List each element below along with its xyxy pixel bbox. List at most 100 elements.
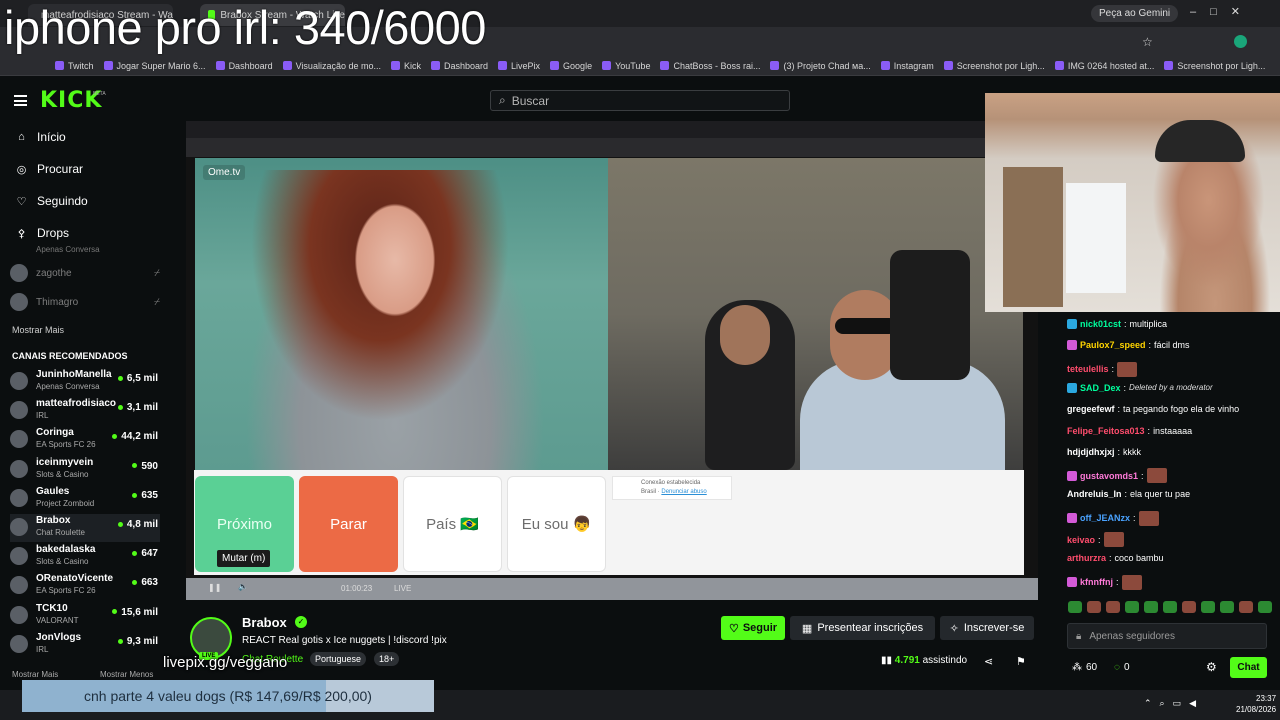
bookmark-favicon-icon <box>1164 61 1174 70</box>
drops-icon: ⚴ <box>17 227 26 240</box>
bookmark-item[interactable]: Screenshot por Ligh... <box>1164 61 1265 71</box>
compass-icon: ◎ <box>16 163 27 176</box>
followed-channel[interactable]: Thimagro ⌿ <box>10 293 160 311</box>
chat-username[interactable]: Felipe_Feitosa013 <box>1067 426 1145 436</box>
avatar <box>10 634 28 653</box>
avatar <box>10 605 28 624</box>
bookmark-item[interactable]: ChatBoss - Boss rai... <box>660 61 760 71</box>
bookmark-item[interactable]: LivePix <box>498 61 540 71</box>
recommended-channel[interactable]: bakedalaska Slots & Casino 647 <box>10 543 160 571</box>
recommended-channel[interactable]: ORenatoVicente EA Sports FC 26 663 <box>10 572 160 600</box>
window-controls[interactable]: –□✕ <box>1190 5 1254 18</box>
recommended-channel[interactable]: iceinmyvein Slots & Casino 590 <box>10 456 160 484</box>
bookmark-item[interactable]: Jogar Super Mario 6... <box>103 61 206 71</box>
bookmark-item[interactable]: Dashboard <box>215 61 273 71</box>
bookmark-star-icon[interactable]: ☆ <box>1142 35 1153 49</box>
profile-avatar[interactable] <box>1234 35 1247 48</box>
mostrar-menos-link[interactable]: Mostrar Menos <box>100 670 153 679</box>
follow-button[interactable]: ♡ Seguir <box>721 616 785 640</box>
pause-icon[interactable]: ❚❚ <box>208 583 221 592</box>
system-clock[interactable]: 23:37 21/08/2026 <box>1236 693 1276 715</box>
bookmark-item[interactable]: IMG 0264 hosted at... <box>1054 61 1154 71</box>
chat-counter[interactable]: ◌ 0 <box>1114 662 1130 673</box>
bookmark-item[interactable]: YouTube <box>602 61 650 71</box>
avatar <box>10 401 28 420</box>
hamburger-menu-icon[interactable] <box>14 95 27 106</box>
chat-username[interactable]: keivao <box>1067 535 1095 545</box>
chat-username[interactable]: gustavomds1 <box>1080 471 1138 481</box>
followed-channel[interactable]: zagothe ⌿ <box>10 264 160 282</box>
gift-subs-button[interactable]: ▦ Presentear inscrições <box>790 616 935 640</box>
channel-category: Project Zomboid <box>36 498 95 508</box>
recommended-channel[interactable]: TCK10 VALORANT 15,6 mil <box>10 602 160 630</box>
nav-item-procurar[interactable]: ◎ Procurar <box>16 162 83 176</box>
chat-text: Deleted by a moderator <box>1129 383 1213 393</box>
bookmark-item[interactable]: Dashboard <box>431 61 488 71</box>
chat-message: gregeefewf: ta pegando fogo ela de vinho <box>1067 404 1240 415</box>
subscribe-button[interactable]: ✧ Inscrever-se <box>940 616 1034 640</box>
recommended-channel[interactable]: Gaules Project Zomboid 635 <box>10 485 160 513</box>
bookmark-item[interactable]: (3) Projeto Chad ма... <box>770 61 871 71</box>
bookmark-label: Screenshot por Ligh... <box>1177 60 1266 71</box>
bookmark-favicon-icon <box>431 61 440 70</box>
report-flag-icon[interactable]: ⚑ <box>1016 655 1026 668</box>
gemini-button[interactable]: Peça ao Gemini <box>1091 5 1179 22</box>
bookmark-item[interactable]: Twitch <box>55 61 94 71</box>
recommended-channel[interactable]: matteafrodisiaco IRL 3,1 mil <box>10 397 160 425</box>
mostrar-mais-bottom-link[interactable]: Mostrar Mais <box>12 670 58 679</box>
volume-icon[interactable]: 🔈 <box>238 582 248 591</box>
chat-username[interactable]: Andreluis_In <box>1067 489 1122 499</box>
nav-item-seguindo[interactable]: ♡ Seguindo <box>16 194 88 208</box>
channel-name: iceinmyvein <box>36 456 94 468</box>
nav-label: Início <box>37 130 66 144</box>
nav-item-drops[interactable]: ⚴ Drops <box>16 226 69 240</box>
chat-username[interactable]: gregeefewf <box>1067 404 1115 414</box>
parar-button[interactable]: Parar <box>299 476 398 572</box>
search-placeholder: Buscar <box>511 93 550 108</box>
chat-username[interactable]: hdjdjdhxjxj <box>1067 447 1115 457</box>
chat-username[interactable]: kfnnffnj <box>1080 577 1113 587</box>
points-icon: ⁂ <box>1072 662 1082 673</box>
streamer-name[interactable]: Brabox <box>242 615 287 630</box>
report-abuse-link[interactable]: Denunciar abuso <box>661 489 706 495</box>
tag-rating[interactable]: 18+ <box>374 652 400 666</box>
recommended-channel[interactable]: JonVlogs IRL 9,3 mil <box>10 631 160 659</box>
channel-viewers: 647 <box>132 548 158 559</box>
channel-name: bakedalaska <box>36 544 96 556</box>
nav-item-inicio[interactable]: ⌂ Início <box>16 130 66 144</box>
search-input[interactable]: ⌕ Buscar <box>490 90 790 111</box>
avatar <box>10 576 28 595</box>
bookmark-item[interactable]: Google <box>550 61 592 71</box>
chat-text: ta pegando fogo ela de vinho <box>1123 404 1240 415</box>
gear-icon[interactable]: ⚙ <box>1206 660 1217 674</box>
chat-username[interactable]: nick01cst <box>1080 319 1121 329</box>
chat-username[interactable]: off_JEANzx <box>1080 513 1130 523</box>
chat-username[interactable]: SAD_Dex <box>1080 383 1121 393</box>
tag-language[interactable]: Portuguese <box>310 652 367 666</box>
avatar <box>10 459 28 478</box>
recommended-channel[interactable]: JuninhoManella Apenas Conversa 6,5 mil <box>10 368 160 396</box>
tray-icons[interactable]: ⌃⌕▭◀ <box>1144 698 1204 709</box>
share-icon[interactable]: ⋖ <box>984 655 993 668</box>
livepix-overlay: livepix.gg/veggano <box>163 654 288 671</box>
chat-username[interactable]: arthurzra <box>1067 553 1106 563</box>
send-chat-button[interactable]: Chat <box>1230 657 1267 678</box>
bookmark-item[interactable]: Visualização de mo... <box>282 61 381 71</box>
eu-sou-button[interactable]: Eu sou 👦 <box>507 476 606 572</box>
chat-username[interactable]: Paulox7_speed <box>1080 340 1146 350</box>
recommended-channel[interactable]: Brabox Chat Roulette 4,8 mil <box>10 514 160 542</box>
avatar <box>10 372 28 390</box>
chat-input[interactable]: 🔒︎ Apenas seguidores <box>1067 623 1267 649</box>
channel-category: Apenas Conversa <box>36 382 100 391</box>
bookmark-item[interactable]: Instagram <box>880 61 934 71</box>
pais-button[interactable]: País 🇧🇷 <box>403 476 502 572</box>
bookmark-item[interactable]: Kick <box>390 61 421 71</box>
nav-label: Drops <box>37 226 70 240</box>
mostrar-mais-link[interactable]: Mostrar Mais <box>12 325 64 335</box>
channel-points[interactable]: ⁂ 60 <box>1072 662 1097 673</box>
bookmark-item[interactable]: Screenshot por Ligh... <box>943 61 1045 71</box>
chat-username[interactable]: teteulellis <box>1067 364 1109 374</box>
recommended-channel[interactable]: Coringa EA Sports FC 26 44,2 mil <box>10 426 160 454</box>
player-controls-bar[interactable]: ❚❚ 🔈 01:00:23 LIVE <box>186 578 1038 600</box>
emote-bar[interactable] <box>1068 601 1272 613</box>
